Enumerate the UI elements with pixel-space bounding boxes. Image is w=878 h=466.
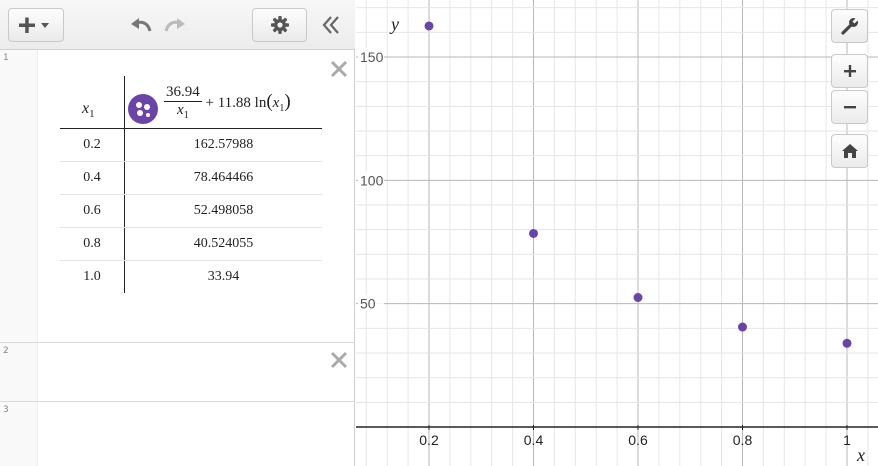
y-axis-label: y — [389, 14, 399, 34]
graph-settings-button[interactable] — [831, 9, 868, 43]
table-cell-y: 33.94 — [207, 269, 240, 284]
collapse-panel-button[interactable] — [316, 10, 346, 40]
gear-icon — [270, 16, 289, 34]
table-cell-x[interactable]: 0.6 — [60, 203, 124, 219]
table-row-divider — [60, 194, 322, 195]
y-tick-label: 100 — [360, 172, 384, 188]
data-point — [633, 293, 643, 303]
zoom-out-button[interactable] — [831, 90, 868, 124]
x-tick-label: 0.2 — [419, 432, 439, 448]
table-cell-x[interactable]: 0.4 — [60, 170, 124, 186]
zoom-in-icon — [843, 65, 856, 77]
expression-gutter: 2 — [0, 343, 38, 401]
expression-gutter: 3 — [0, 402, 38, 466]
points-dots-icon — [136, 102, 150, 117]
zoom-in-button[interactable] — [831, 54, 868, 88]
table-cell-y: 162.57988 — [193, 137, 254, 152]
redo-button[interactable] — [160, 10, 190, 40]
data-point — [424, 21, 434, 31]
data-point — [529, 228, 538, 238]
expression-panel: 1 x1 36.94 x1 + 11.88 ln(x1) 0.2 162.579… — [0, 0, 355, 466]
table-row-divider — [60, 227, 322, 228]
double-chevron-left-icon — [322, 16, 339, 34]
formula-log-term: + 11.88 ln(x1) — [205, 91, 291, 114]
zoom-out-icon — [843, 106, 856, 109]
add-item-button[interactable] — [8, 8, 64, 42]
point-style-icon[interactable] — [128, 94, 158, 124]
x-tick-label: 0.6 — [628, 432, 648, 448]
expression-index: 1 — [3, 53, 9, 63]
table-header-x[interactable]: x1 — [82, 100, 95, 120]
table-cell-y: 40.524055 — [193, 236, 254, 251]
home-icon — [841, 144, 858, 158]
expression-row-2[interactable]: 2 — [0, 343, 355, 402]
table-header-y-formula[interactable]: 36.94 x1 + 11.88 ln(x1) — [164, 84, 291, 121]
y-tick-label: 150 — [360, 49, 384, 65]
data-point — [738, 322, 747, 332]
table-cell-y: 52.498058 — [193, 203, 254, 218]
y-tick-label: 50 — [360, 296, 376, 312]
wrench-icon — [840, 16, 859, 35]
settings-button[interactable] — [252, 8, 307, 42]
delete-expression-icon[interactable] — [330, 60, 348, 78]
table-cell-y: 78.464466 — [193, 170, 254, 185]
data-point — [842, 338, 852, 348]
table-cell-x[interactable]: 0.8 — [60, 236, 124, 252]
table-cell-x[interactable]: 0.2 — [60, 137, 124, 153]
plus-dropdown-icon — [19, 17, 49, 33]
table-cell-x[interactable]: 1.0 — [60, 269, 124, 285]
table-row-divider — [60, 260, 322, 261]
x-tick-label: 0.4 — [524, 432, 544, 448]
graph-canvas[interactable]: 0.2 0.4 0.6 0.8 150100150xy — [356, 0, 878, 466]
x-axis-label: x — [856, 445, 865, 465]
undo-button[interactable] — [126, 10, 156, 40]
x-tick-label: 0.8 — [733, 432, 753, 448]
expression-index: 3 — [3, 405, 9, 415]
expression-index: 2 — [3, 346, 9, 356]
undo-icon — [131, 18, 152, 32]
redo-icon — [164, 18, 185, 32]
x-tick-label: 1 — [843, 432, 851, 448]
table-header-divider — [60, 128, 322, 129]
expression-gutter: 1 — [0, 50, 38, 342]
expression-row-3[interactable]: 3 — [0, 402, 355, 466]
table-row-divider — [60, 161, 322, 162]
delete-expression-icon[interactable] — [330, 351, 348, 369]
default-viewport-button[interactable] — [831, 134, 868, 168]
expression-toolbar — [0, 0, 355, 50]
formula-fraction: 36.94 x1 — [164, 84, 202, 121]
